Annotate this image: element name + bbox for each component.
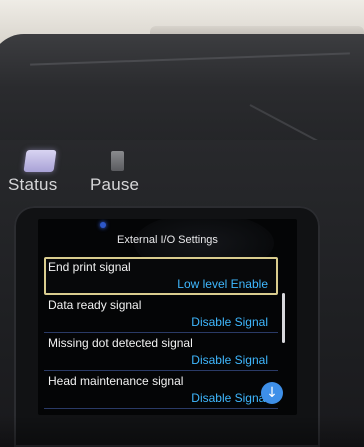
- printer-photo: Status Pause External I/O Settings End p…: [0, 0, 364, 447]
- menu-item-missing-dot-detected-signal[interactable]: Missing dot detected signal Disable Sign…: [44, 333, 278, 371]
- menu-scrollbar[interactable]: [282, 293, 285, 343]
- menu-item-data-ready-signal[interactable]: Data ready signal Disable Signal: [44, 295, 278, 333]
- status-button[interactable]: [23, 150, 57, 172]
- bottom-shadow: [0, 415, 364, 447]
- menu-item-value: Disable Signal: [191, 353, 268, 367]
- menu-item-value: Low level Enable: [177, 277, 268, 291]
- indicator-light: [100, 222, 106, 228]
- status-label: Status: [8, 175, 58, 194]
- menu-item-name: Head maintenance signal: [48, 374, 184, 388]
- menu-item-name: End print signal: [48, 260, 131, 274]
- menu-item-end-print-signal[interactable]: End print signal Low level Enable: [44, 257, 278, 295]
- pause-button[interactable]: [111, 151, 124, 171]
- settings-menu: End print signal Low level Enable Data r…: [44, 257, 278, 409]
- menu-item-value: Disable Signal: [191, 315, 268, 329]
- menu-item-head-maintenance-signal[interactable]: Head maintenance signal Disable Signal: [44, 371, 278, 409]
- menu-item-name: Data ready signal: [48, 298, 142, 312]
- screen-title: External I/O Settings: [117, 234, 218, 246]
- pause-label: Pause: [90, 175, 140, 194]
- lcd-screen: External I/O Settings End print signal L…: [38, 219, 297, 415]
- arrow-down-circle-icon[interactable]: ↓: [261, 382, 283, 404]
- menu-item-name: Missing dot detected signal: [48, 336, 193, 350]
- menu-item-value: Disable Signal: [191, 391, 268, 405]
